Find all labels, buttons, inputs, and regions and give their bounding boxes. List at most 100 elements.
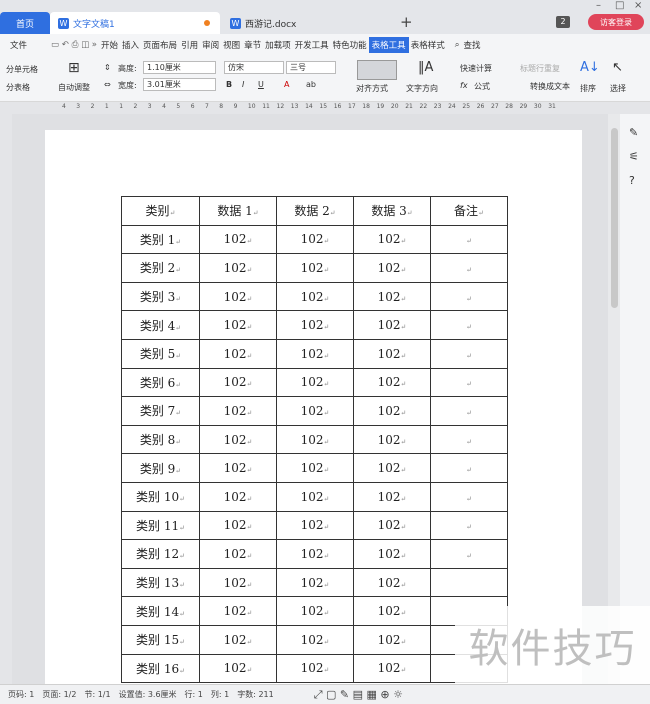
quick-access-icons[interactable]: ▭ ↶ ⎙ ◫ » (49, 40, 99, 50)
table-cell[interactable]: 102↵ (353, 281, 431, 312)
table-cell[interactable]: 102↵ (353, 424, 431, 455)
table-header-row[interactable]: 类别↵ 数据 1↵ 数据 2↵ 数据 3↵ 备注↵ (121, 196, 508, 226)
table-cell[interactable]: ↵ (430, 453, 508, 483)
height-input[interactable]: 1.10厘米 (143, 61, 216, 74)
visitor-login-button[interactable]: 访客登录 (588, 14, 644, 30)
table-cell[interactable]: 类别 1↵ (121, 224, 200, 255)
table-row[interactable]: 类别 1↵ 102↵ 102↵ 102↵ ↵ (121, 224, 508, 255)
repeat-header-button[interactable]: 标题行重复 (520, 63, 560, 74)
menu-section[interactable]: 章节 (242, 39, 263, 51)
table-cell[interactable]: 102↵ (276, 596, 354, 626)
maximize-icon[interactable]: □ (615, 0, 624, 11)
table-cell[interactable]: 102↵ (353, 338, 431, 369)
table-cell[interactable]: ↵ (430, 367, 508, 398)
vertical-scrollbar[interactable] (611, 128, 618, 308)
table-cell[interactable]: 102↵ (276, 367, 354, 398)
status-word-count[interactable]: 字数: 211 (237, 689, 274, 700)
split-cells-button[interactable]: 分单元格 (6, 64, 38, 75)
font-select[interactable]: 仿宋 (224, 61, 284, 74)
table-cell[interactable]: 102↵ (199, 567, 277, 598)
table-cell[interactable]: 数据 3↵ (353, 196, 431, 226)
table-cell[interactable]: 102↵ (199, 481, 277, 512)
table-cell[interactable]: 102↵ (353, 653, 431, 684)
menu-references[interactable]: 引用 (179, 39, 200, 51)
table-cell[interactable]: 102↵ (353, 510, 431, 541)
table-cell[interactable]: ↵ (430, 396, 508, 426)
menu-table-tools[interactable]: 表格工具 (368, 37, 409, 53)
table-cell[interactable]: ↵ (430, 253, 508, 283)
horizontal-ruler[interactable]: 4 3 2 1 1 2 3 4 5 6 7 8 9 10 11 12 13 14 15 16 17 18 19 20 21 22 2… (0, 102, 650, 114)
table-cell[interactable]: 类别 16↵ (121, 653, 200, 684)
menu-addins[interactable]: 加载项 (263, 39, 293, 51)
table-cell[interactable]: 102↵ (199, 281, 277, 312)
menu-find[interactable]: 查找 (461, 39, 482, 51)
status-col[interactable]: 列: 1 (211, 689, 229, 700)
table-cell[interactable]: 类别 2↵ (121, 253, 200, 283)
sort-button[interactable]: 排序 (580, 83, 596, 94)
table-cell[interactable]: 102↵ (276, 281, 354, 312)
table-cell[interactable]: 102↵ (199, 596, 277, 626)
table-cell[interactable]: 102↵ (353, 224, 431, 255)
table-cell[interactable] (430, 567, 508, 598)
table-row[interactable]: 类别 9↵ 102↵ 102↵ 102↵ ↵ (121, 453, 508, 483)
close-icon[interactable]: × (634, 0, 642, 11)
table-cell[interactable]: 102↵ (353, 453, 431, 483)
table-cell[interactable]: 102↵ (276, 253, 354, 283)
menu-view[interactable]: 视图 (221, 39, 242, 51)
table-row[interactable]: 类别 15↵ 102↵ 102↵ 102↵ (121, 624, 508, 655)
table-row[interactable]: 类别 10↵ 102↵ 102↵ 102↵ ↵ (121, 481, 508, 512)
table-cell[interactable]: 102↵ (199, 510, 277, 541)
table-cell[interactable]: 类别 9↵ (121, 453, 200, 483)
table-cell[interactable]: 102↵ (353, 396, 431, 426)
table-row[interactable]: 类别 13↵ 102↵ 102↵ 102↵ (121, 567, 508, 598)
table-cell[interactable]: 类别 14↵ (121, 596, 200, 626)
table-cell[interactable]: ↵ (430, 310, 508, 340)
italic-icon[interactable]: I (242, 80, 244, 89)
table-cell[interactable]: 102↵ (353, 310, 431, 340)
pen-icon[interactable]: ✎ (629, 126, 638, 139)
status-setting[interactable]: 设置值: 3.6厘米 (119, 689, 177, 700)
table-cell[interactable]: 类别 3↵ (121, 281, 200, 312)
underline-icon[interactable]: U (258, 80, 264, 89)
tab-document-2[interactable]: W 西游记.docx (222, 12, 388, 34)
table-cell[interactable]: ↵ (430, 539, 508, 569)
table-cell[interactable]: ↵ (430, 338, 508, 369)
table-cell[interactable]: 数据 2↵ (276, 196, 354, 226)
table-cell[interactable]: 102↵ (353, 539, 431, 569)
table-cell[interactable]: 102↵ (199, 224, 277, 255)
table-cell[interactable]: 102↵ (276, 453, 354, 483)
table-cell[interactable]: ↵ (430, 481, 508, 512)
menu-review[interactable]: 审阅 (200, 39, 221, 51)
table-cell[interactable]: 102↵ (276, 396, 354, 426)
table-cell[interactable]: 类别 10↵ (121, 481, 200, 512)
table-cell[interactable]: 类别 6↵ (121, 367, 200, 398)
table-cell[interactable]: 类别 11↵ (121, 510, 200, 541)
highlight-icon[interactable]: ab (306, 80, 316, 89)
text-direction-button[interactable]: 文字方向 (406, 83, 438, 94)
align-button[interactable]: 对齐方式 (356, 83, 388, 94)
table-row[interactable]: 类别 4↵ 102↵ 102↵ 102↵ ↵ (121, 310, 508, 340)
table-cell[interactable]: 102↵ (276, 310, 354, 340)
menu-home[interactable]: 开始 (99, 39, 120, 51)
tab-home[interactable]: 首页 (0, 12, 50, 34)
document-page[interactable]: 类别↵ 数据 1↵ 数据 2↵ 数据 3↵ 备注↵ 类别 1↵ 102↵ 102↵ 102↵ ↵ 类… (45, 130, 582, 684)
table-row[interactable]: 类别 5↵ 102↵ 102↵ 102↵ ↵ (121, 338, 508, 369)
select-button[interactable]: 选择 (610, 83, 626, 94)
table-cell[interactable]: 102↵ (276, 481, 354, 512)
table-cell[interactable]: 102↵ (276, 224, 354, 255)
status-pages[interactable]: 页面: 1/2 (42, 689, 76, 700)
width-input[interactable]: 3.01厘米 (143, 78, 216, 91)
table-cell[interactable]: 102↵ (276, 510, 354, 541)
view-mode-icons[interactable]: ⤢ ▢ ✎ ▤ ▦ ⊕ ☼ (314, 688, 403, 702)
table-row[interactable]: 类别 8↵ 102↵ 102↵ 102↵ ↵ (121, 424, 508, 455)
table-cell[interactable]: 102↵ (353, 567, 431, 598)
table-cell[interactable]: 102↵ (199, 367, 277, 398)
table-cell[interactable]: 102↵ (199, 424, 277, 455)
table-cell[interactable]: 102↵ (353, 596, 431, 626)
menu-developer[interactable]: 开发工具 (293, 39, 331, 51)
table-cell[interactable]: 102↵ (199, 624, 277, 655)
table-cell[interactable]: 102↵ (276, 539, 354, 569)
align-icon[interactable] (357, 60, 397, 80)
table-cell[interactable]: 类别↵ (121, 196, 200, 226)
menu-features[interactable]: 特色功能 (331, 39, 369, 51)
